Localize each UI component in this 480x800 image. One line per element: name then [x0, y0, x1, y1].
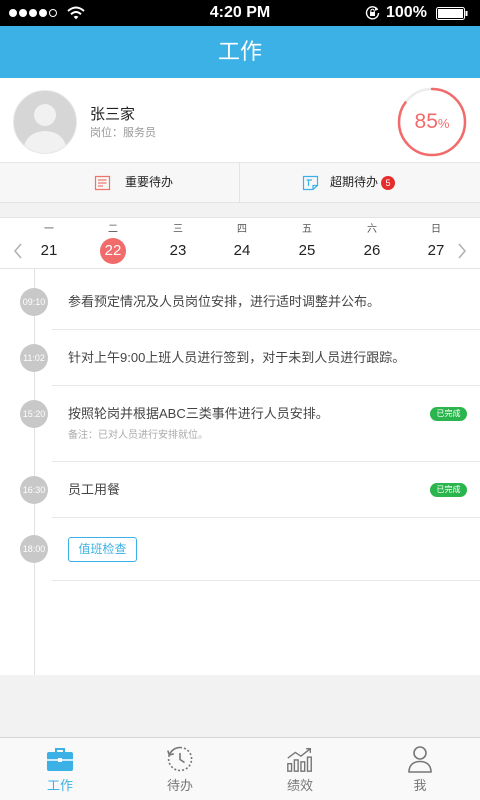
task-text: 员工用餐	[68, 482, 121, 497]
status-badge: 已完成	[430, 407, 467, 421]
battery-percentage: 100%	[386, 4, 427, 21]
tab-overdue-todo-label: 超期待办	[330, 175, 379, 189]
timeline-item[interactable]: 09:10 参看预定情况及人员岗位安排，进行适时调整并公布。	[0, 274, 480, 330]
duty-check-button[interactable]: 值班检查	[68, 537, 137, 562]
date-number: 22	[100, 238, 126, 264]
weekday-label: 五	[302, 224, 312, 235]
task-text: 针对上午9:00上班人员进行签到，对于未到人员进行跟踪。	[68, 350, 406, 365]
overdue-count-badge: 5	[381, 176, 395, 190]
time-dot: 11:02	[20, 344, 48, 372]
tab-important-todo-label: 重要待办	[125, 175, 174, 189]
status-badge: 已完成	[430, 483, 467, 497]
chevron-right-icon[interactable]	[457, 243, 467, 259]
profile-card[interactable]: 张三家 岗位：服务员 85%	[0, 78, 480, 163]
default-avatar-icon[interactable]	[13, 90, 77, 154]
date-number: 26	[363, 242, 381, 259]
schedule-timeline: 09:10 参看预定情况及人员岗位安排，进行适时调整并公布。 11:02 针对上…	[0, 269, 480, 675]
date-number: 23	[169, 242, 187, 259]
calendar-day[interactable]: 六 26	[340, 218, 404, 268]
weekday-label: 三	[173, 224, 183, 235]
week-calendar: 一 21 二 22 三 23 四 24 五 25 六 26 日 27	[0, 217, 480, 269]
battery-icon	[436, 7, 468, 20]
rotation-lock-icon	[365, 6, 380, 20]
time-dot: 15:20	[20, 400, 48, 428]
progress-unit: %	[437, 116, 450, 131]
person-icon	[408, 746, 432, 773]
time-dot: 16:30	[20, 476, 48, 504]
tab-overdue-todo[interactable]: 超期待办 5	[240, 163, 480, 202]
date-number: 27	[427, 242, 445, 259]
status-bar: 4:20 PM 100%	[0, 0, 480, 26]
calendar-day[interactable]: 二 22	[81, 218, 145, 268]
briefcase-icon	[47, 748, 73, 771]
user-name: 张三家	[90, 106, 136, 123]
tab-me-label: 我	[413, 778, 427, 793]
tab-work-label: 工作	[46, 778, 73, 793]
bottom-tab-bar: 工作 待办 绩效 我	[0, 737, 480, 800]
date-number: 24	[233, 242, 251, 259]
nav-header: 工作	[0, 26, 480, 78]
calendar-day[interactable]: 一 21	[17, 218, 81, 268]
timeline-list: 09:10 参看预定情况及人员岗位安排，进行适时调整并公布。 11:02 针对上…	[0, 274, 480, 581]
time-dot: 18:00	[20, 535, 48, 563]
task-text: 参看预定情况及人员岗位安排，进行适时调整并公布。	[68, 294, 381, 309]
tab-important-todo[interactable]: 重要待办	[0, 163, 240, 202]
clock-icon	[167, 746, 193, 772]
progress-value: 85	[414, 110, 438, 133]
app-screen: 4:20 PM 100% 工作 张三家 岗位：服务员 85% 重要待办 超期待办…	[0, 0, 480, 800]
calendar-day[interactable]: 三 23	[146, 218, 210, 268]
user-position: 岗位：服务员	[90, 127, 156, 139]
task-note: 备注：已对人员进行安排就位。	[68, 430, 208, 441]
date-number: 25	[298, 242, 316, 259]
weekday-label: 一	[44, 224, 54, 235]
todo-tabs: 重要待办 超期待办 5	[0, 163, 480, 203]
important-todo-icon	[94, 175, 111, 191]
timeline-item[interactable]: 16:30 员工用餐 已完成	[0, 462, 480, 518]
tab-performance-label: 绩效	[286, 778, 313, 793]
weekday-label: 日	[431, 224, 441, 235]
weekday-label: 四	[237, 224, 247, 235]
timeline-item[interactable]: 15:20 按照轮岗并根据ABC三类事件进行人员安排。 已完成 备注：已对人员进…	[0, 386, 480, 462]
tab-work[interactable]: 工作	[0, 738, 120, 800]
chart-icon	[287, 747, 312, 772]
overdue-todo-icon	[302, 175, 319, 191]
timeline-item[interactable]: 11:02 针对上午9:00上班人员进行签到，对于未到人员进行跟踪。	[0, 330, 480, 386]
task-text: 按照轮岗并根据ABC三类事件进行人员安排。	[68, 406, 329, 421]
tab-performance[interactable]: 绩效	[240, 738, 360, 800]
divider	[52, 580, 480, 581]
calendar-day[interactable]: 五 25	[275, 218, 339, 268]
time-dot: 09:10	[20, 288, 48, 316]
tab-todo[interactable]: 待办	[120, 738, 240, 800]
calendar-day[interactable]: 四 24	[210, 218, 274, 268]
progress-percentage: 85%	[397, 87, 467, 157]
tab-me[interactable]: 我	[360, 738, 480, 800]
page-title: 工作	[217, 39, 262, 64]
date-number: 21	[40, 242, 58, 259]
progress-ring: 85%	[397, 87, 467, 157]
tab-todo-label: 待办	[166, 778, 193, 793]
weekday-label: 六	[367, 224, 377, 235]
weekday-label: 二	[108, 224, 118, 235]
timeline-item: 18:00 值班检查	[0, 518, 480, 581]
